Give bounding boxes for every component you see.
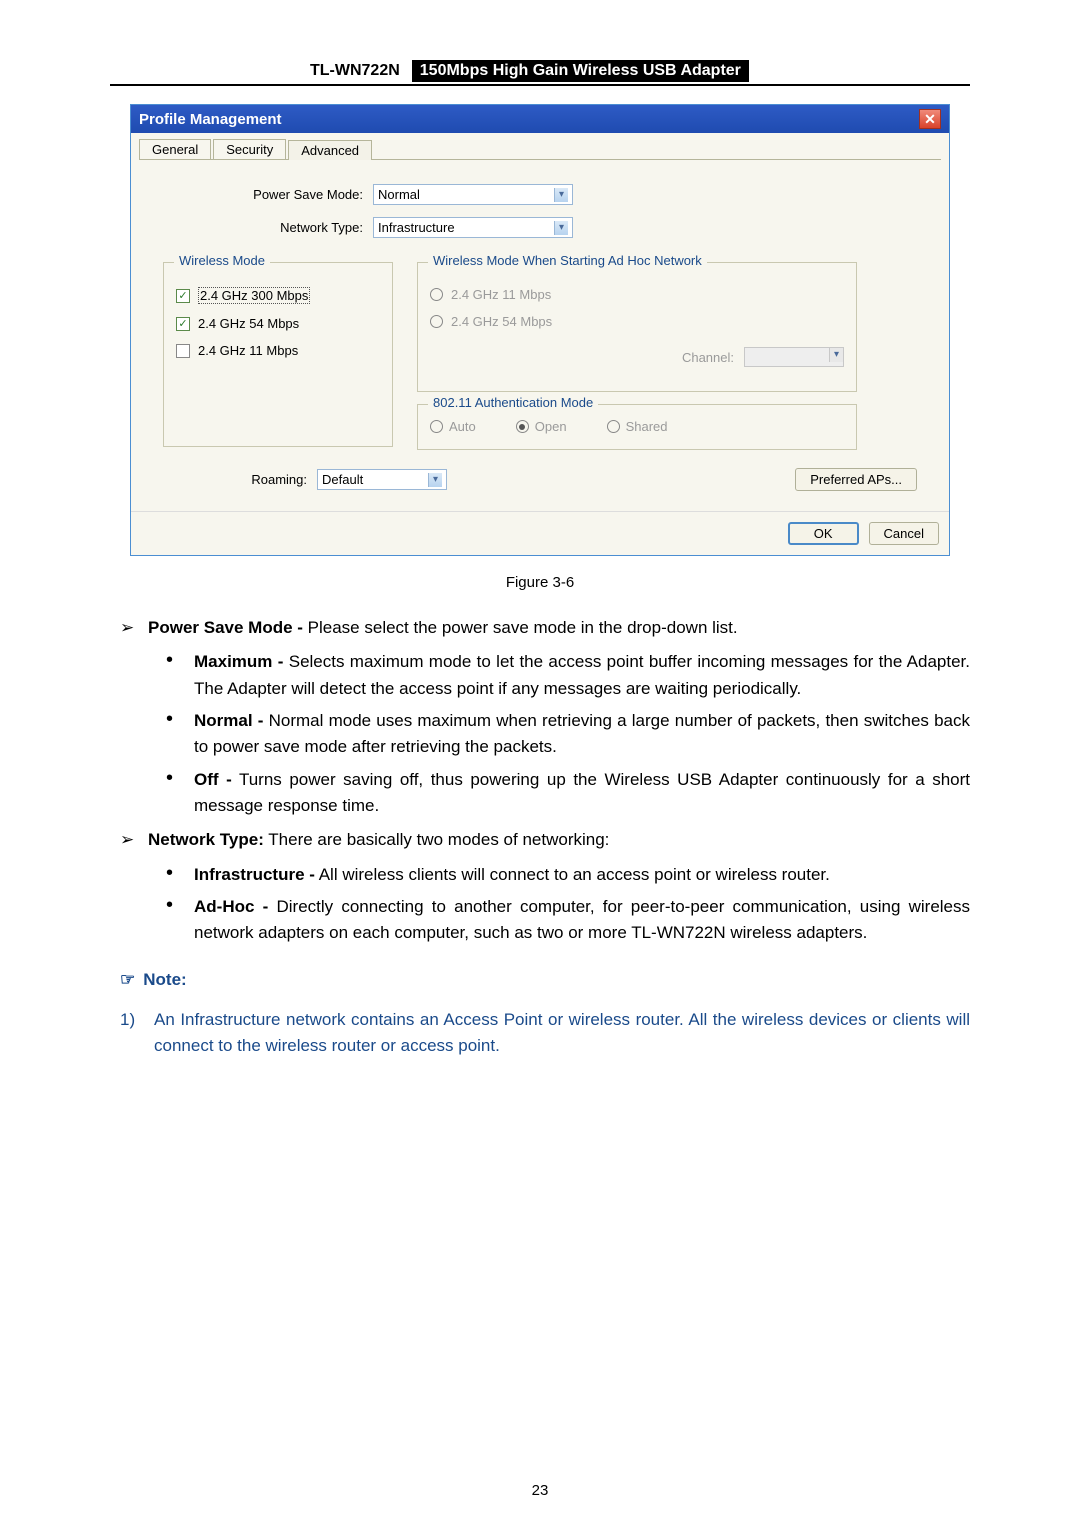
bullet-icon: • <box>166 894 194 947</box>
max-text: Selects maximum mode to let the access p… <box>194 652 970 697</box>
tab-panel-advanced: Power Save Mode: Normal ▾ Network Type: … <box>139 159 941 501</box>
checkbox-checked-icon: ✓ <box>176 289 190 303</box>
infra-text: All wireless clients will connect to an … <box>315 865 830 884</box>
roaming-select[interactable]: Default ▾ <box>317 469 447 490</box>
bullet-icon: • <box>166 862 194 888</box>
bullet-icon: • <box>166 767 194 820</box>
off-text: Turns power saving off, thus powering up… <box>194 770 970 815</box>
note-heading: ☞ Note: <box>120 967 970 993</box>
pointing-hand-icon: ☞ <box>120 970 135 989</box>
nt-text: There are basically two modes of network… <box>264 830 610 849</box>
norm-text: Normal mode uses maximum when retrieving… <box>194 711 970 756</box>
bullet-icon: ➢ <box>120 615 148 641</box>
psm-title: Power Save Mode - <box>148 618 303 637</box>
roaming-label: Roaming: <box>163 472 307 487</box>
adhoc-mode-group: Wireless Mode When Starting Ad Hoc Netwo… <box>417 262 857 392</box>
close-icon[interactable]: ✕ <box>919 109 941 129</box>
infra-title: Infrastructure - <box>194 865 315 884</box>
psm-text: Please select the power save mode in the… <box>303 618 738 637</box>
roaming-value: Default <box>322 472 363 487</box>
bullet-icon: ➢ <box>120 827 148 853</box>
network-type-select[interactable]: Infrastructure ▾ <box>373 217 573 238</box>
wm-11-checkbox[interactable]: ✓ 2.4 GHz 11 Mbps <box>176 343 380 358</box>
norm-title: Normal - <box>194 711 263 730</box>
auth-mode-group: 802.11 Authentication Mode Auto Open Sha… <box>417 404 857 450</box>
auth-open-radio: Open <box>516 419 567 434</box>
max-title: Maximum - <box>194 652 283 671</box>
off-title: Off - <box>194 770 232 789</box>
adhoc-54-radio: 2.4 GHz 54 Mbps <box>430 314 844 329</box>
chevron-down-icon: ▾ <box>554 188 568 202</box>
network-type-value: Infrastructure <box>378 220 455 235</box>
document-header: TL-WN722N 150Mbps High Gain Wireless USB… <box>110 60 970 86</box>
note-label: Note: <box>143 970 186 989</box>
adhoc-11-label: 2.4 GHz 11 Mbps <box>451 287 551 302</box>
figure-caption: Figure 3-6 <box>110 574 970 591</box>
radio-selected-icon <box>516 420 529 433</box>
wm-300-checkbox[interactable]: ✓ 2.4 GHz 300 Mbps <box>176 287 380 304</box>
wireless-mode-group: Wireless Mode ✓ 2.4 GHz 300 Mbps ✓ 2.4 G… <box>163 262 393 447</box>
checkbox-unchecked-icon: ✓ <box>176 344 190 358</box>
channel-label: Channel: <box>682 350 734 365</box>
wireless-mode-legend: Wireless Mode <box>174 253 270 268</box>
note-number: 1) <box>120 1007 154 1060</box>
adhoc-11-radio: 2.4 GHz 11 Mbps <box>430 287 844 302</box>
auth-shared-label: Shared <box>626 419 668 434</box>
adhoc-text: Directly connecting to another computer,… <box>194 897 970 942</box>
wm-54-checkbox[interactable]: ✓ 2.4 GHz 54 Mbps <box>176 316 380 331</box>
page-number: 23 <box>0 1482 1080 1499</box>
power-save-value: Normal <box>378 187 420 202</box>
adhoc-legend: Wireless Mode When Starting Ad Hoc Netwo… <box>428 253 707 268</box>
dialog-title: Profile Management <box>139 111 282 128</box>
model-number: TL-WN722N <box>310 62 400 80</box>
bullet-icon: • <box>166 649 194 702</box>
preferred-aps-button[interactable]: Preferred APs... <box>795 468 917 491</box>
wm-300-label: 2.4 GHz 300 Mbps <box>198 287 310 304</box>
chevron-down-icon: ▾ <box>428 473 442 487</box>
tab-advanced[interactable]: Advanced <box>288 140 372 160</box>
auth-shared-radio: Shared <box>607 419 668 434</box>
radio-icon <box>430 420 443 433</box>
body-text: ➢Power Save Mode - Please select the pow… <box>110 615 970 1060</box>
adhoc-54-label: 2.4 GHz 54 Mbps <box>451 314 552 329</box>
bullet-icon: • <box>166 708 194 761</box>
profile-management-dialog: Profile Management ✕ General Security Ad… <box>130 104 950 556</box>
network-type-label: Network Type: <box>163 220 363 235</box>
tab-strip: General Security Advanced <box>131 133 949 159</box>
chevron-down-icon: ▾ <box>829 348 843 362</box>
radio-icon <box>607 420 620 433</box>
power-save-select[interactable]: Normal ▾ <box>373 184 573 205</box>
nt-title: Network Type: <box>148 830 264 849</box>
product-name: 150Mbps High Gain Wireless USB Adapter <box>412 60 749 82</box>
wm-54-label: 2.4 GHz 54 Mbps <box>198 316 299 331</box>
note-text: An Infrastructure network contains an Ac… <box>154 1007 970 1060</box>
checkbox-checked-icon: ✓ <box>176 317 190 331</box>
cancel-button[interactable]: Cancel <box>869 522 939 545</box>
auth-open-label: Open <box>535 419 567 434</box>
auth-auto-label: Auto <box>449 419 476 434</box>
power-save-label: Power Save Mode: <box>163 187 363 202</box>
tab-security[interactable]: Security <box>213 139 286 159</box>
dialog-titlebar: Profile Management ✕ <box>131 105 949 133</box>
ok-button[interactable]: OK <box>788 522 859 545</box>
radio-icon <box>430 315 443 328</box>
adhoc-title: Ad-Hoc - <box>194 897 268 916</box>
auth-legend: 802.11 Authentication Mode <box>428 395 598 410</box>
tab-general[interactable]: General <box>139 139 211 159</box>
channel-select: ▾ <box>744 347 844 367</box>
wm-11-label: 2.4 GHz 11 Mbps <box>198 343 298 358</box>
chevron-down-icon: ▾ <box>554 221 568 235</box>
radio-icon <box>430 288 443 301</box>
auth-auto-radio: Auto <box>430 419 476 434</box>
